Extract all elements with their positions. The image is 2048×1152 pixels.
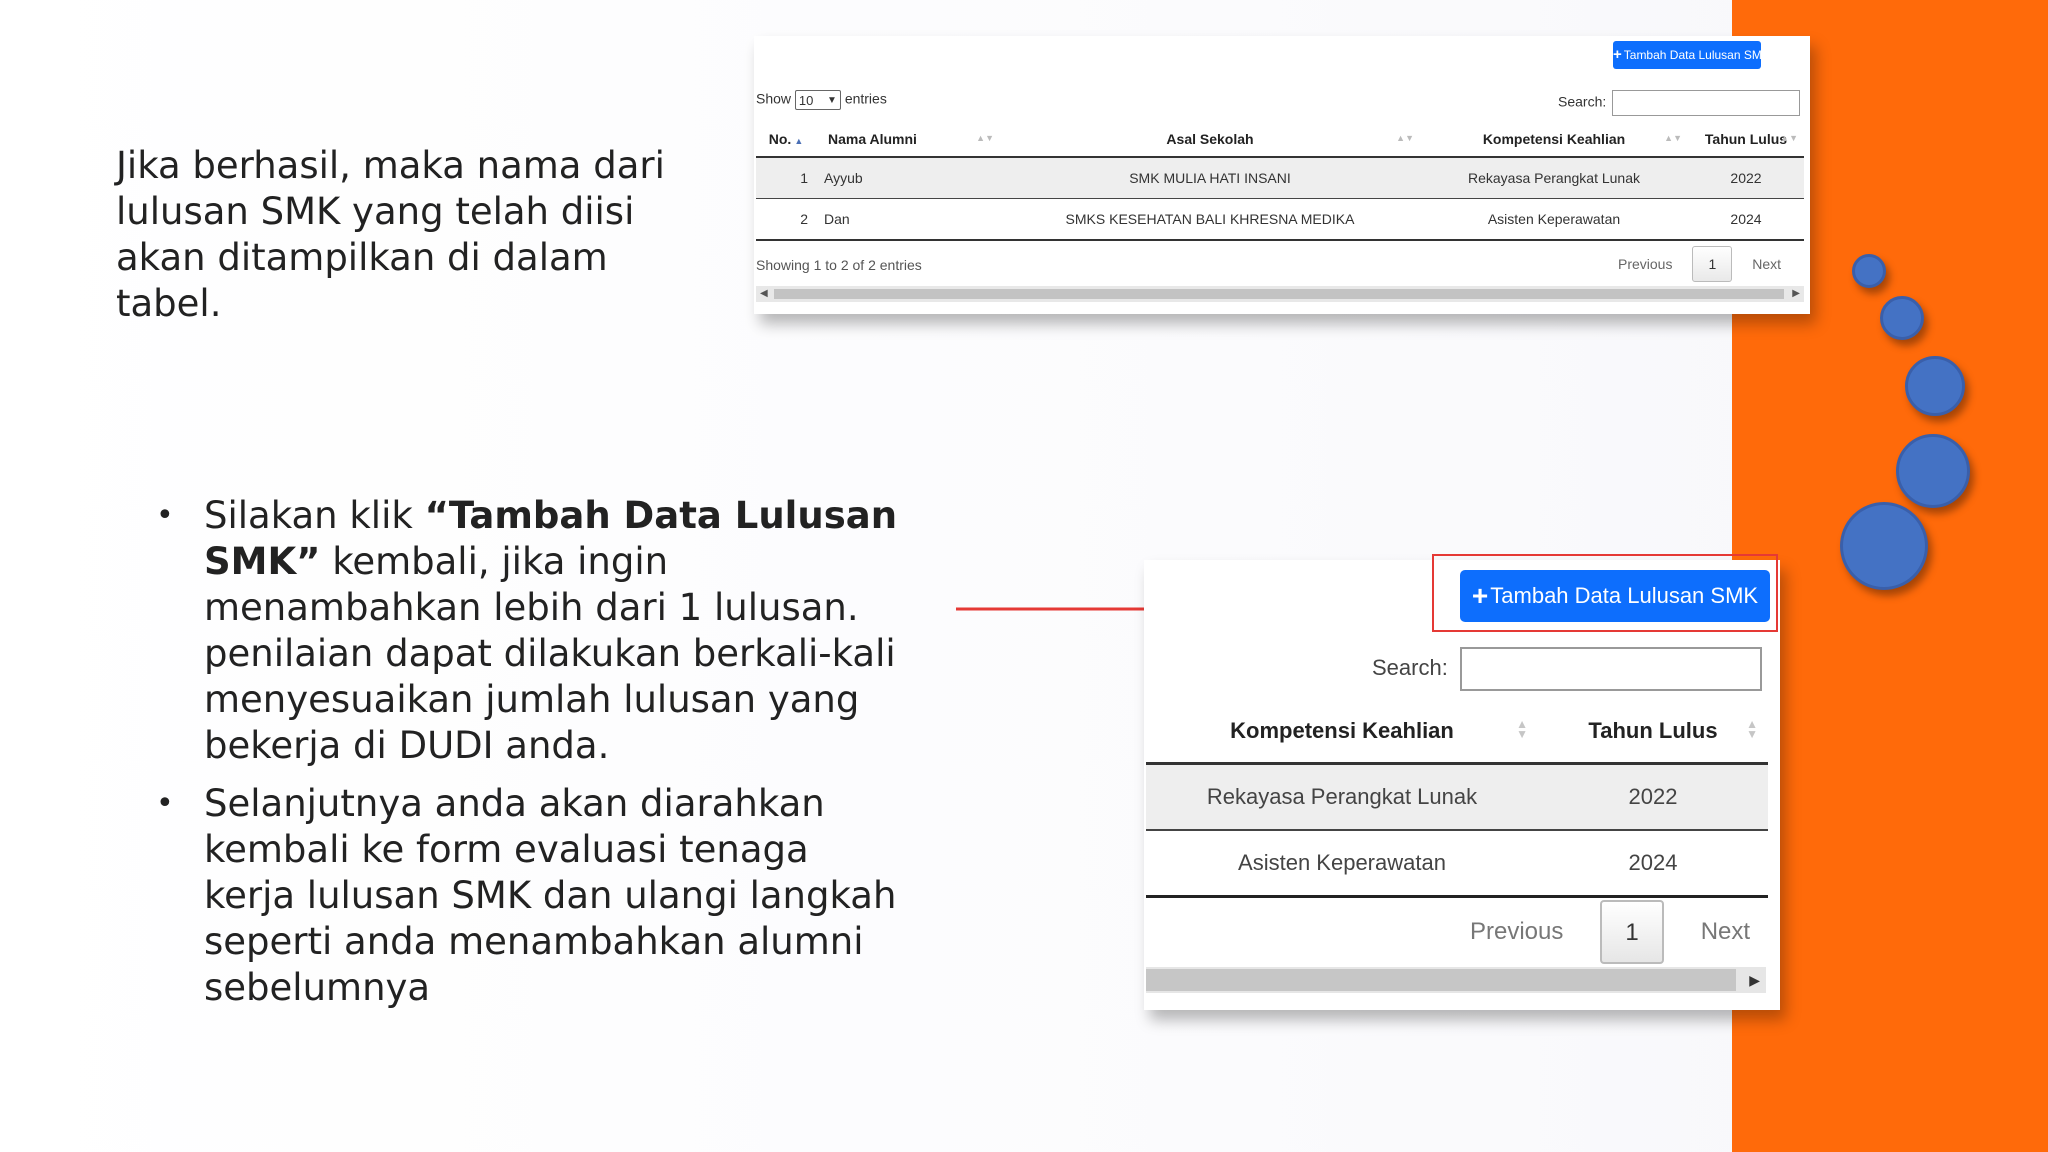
column-header-kompetensi-keahlian[interactable]: Kompetensi Keahlian▲▼ — [1146, 700, 1538, 765]
sort-icon: ▲▼ — [1516, 717, 1528, 741]
column-header-asal-sekolah[interactable]: Asal Sekolah ▲▼ — [1000, 122, 1420, 158]
scrollbar-thumb[interactable] — [1146, 969, 1736, 991]
pagination-zoomed: Previous 1 Next — [1470, 900, 1750, 964]
graduates-table: No. ▲ Nama Alumni ▲▼ Asal Sekolah ▲▼ Kompet… — [756, 122, 1804, 241]
bullet-text: Silakan klik — [204, 494, 425, 537]
column-header-tahun-lulus[interactable]: Tahun Lulus▲▼ — [1688, 122, 1804, 158]
show-label: Show — [756, 90, 792, 107]
sort-icon: ▲▼ — [1780, 133, 1798, 143]
scroll-right-icon[interactable]: ▶ — [1792, 286, 1800, 302]
entries-select[interactable]: 10 ▼ — [794, 90, 841, 110]
search-control: Search: — [1558, 90, 1801, 116]
add-graduate-button[interactable]: + Tambah Data Lulusan SMK — [1613, 41, 1770, 69]
next-page-button[interactable]: Next — [1701, 918, 1750, 946]
table-header-row: No. ▲ Nama Alumni ▲▼ Asal Sekolah ▲▼ Kompet… — [756, 122, 1804, 158]
column-header-nama-alumni[interactable]: Nama Alumni ▲▼ — [816, 122, 1000, 158]
cell-no: 1 — [756, 157, 816, 199]
column-header-no[interactable]: No. ▲ — [756, 122, 816, 158]
scrollbar-thumb[interactable] — [774, 289, 1784, 299]
cell-tahun-lulus: 2024 — [1538, 830, 1768, 898]
intro-text: Jika berhasil, maka nama dari lulusan SM… — [116, 144, 665, 325]
page-1-button[interactable]: 1 — [1600, 900, 1665, 964]
column-header-kompetensi-keahlian[interactable]: Kompetensi Keahlian▲▼ — [1420, 122, 1688, 158]
table-row: Asisten Keperawatan 2024 — [1146, 830, 1768, 898]
table-row: Rekayasa Perangkat Lunak 2022 — [1146, 763, 1768, 831]
cell-kompetensi-keahlian: Rekayasa Perangkat Lunak — [1146, 763, 1538, 831]
graduates-table-zoomed: Kompetensi Keahlian ▲ ▼ Tahun Lulus ▲ ▼ Reka… — [1146, 700, 1768, 898]
table-row: 1 Ayyub SMK MULIA HATI INSANI Rekayasa P… — [756, 157, 1804, 199]
plus-icon: + — [1613, 46, 1622, 63]
decorative-bubble — [1852, 254, 1886, 288]
entries-label: entries — [844, 90, 887, 107]
decorative-bubble — [1896, 434, 1970, 508]
cell-kompetensi-keahlian: Rekayasa Perangkat Lunak — [1420, 157, 1688, 199]
search-control-zoomed: Search: — [1372, 647, 1762, 691]
bullet-dot: • — [156, 786, 174, 821]
chevron-down-icon: ▼ — [827, 95, 837, 106]
table-info: Showing 1 to 2 of 2 entries — [756, 257, 922, 273]
bullet-text: Selanjutnya anda akan diarahkan kembali … — [204, 782, 897, 1009]
cell-asal-sekolah: SMK MULIA HATI INSANI — [1000, 157, 1420, 199]
cell-kompetensi-keahlian: Asisten Keperawatan — [1146, 830, 1538, 898]
horizontal-scrollbar-zoomed[interactable]: ▶ — [1146, 967, 1766, 993]
pagination: Previous 1 Next — [1618, 246, 1781, 282]
horizontal-scrollbar[interactable]: ◀ ▶ — [756, 286, 1804, 302]
search-label: Search: — [1372, 654, 1448, 680]
sort-icon: ▲▼ — [1746, 717, 1758, 741]
table-row: 2 Dan SMKS KESEHATAN BALI KHRESNA MEDIKA… — [756, 198, 1804, 241]
cell-kompetensi-keahlian: Asisten Keperawatan — [1420, 198, 1688, 241]
column-header-tahun-lulus[interactable]: Tahun Lulus▲▼ — [1538, 700, 1768, 765]
add-graduate-button-label: Tambah Data Lulusan SMK — [1623, 48, 1770, 62]
instruction-bullet: • Silakan klik “Tambah Data Lulusan SMK”… — [150, 493, 910, 769]
entries-select-value: 10 — [798, 93, 814, 108]
decorative-bubble — [1880, 296, 1924, 340]
page-1-button[interactable]: 1 — [1692, 246, 1733, 282]
decorative-bubble — [1840, 502, 1928, 590]
cell-nama-alumni: Dan — [816, 198, 1000, 241]
cell-tahun-lulus: 2022 — [1688, 157, 1804, 199]
table-header-row: Kompetensi Keahlian ▲ ▼ Tahun Lulus ▲ ▼ — [1146, 700, 1768, 765]
instruction-bullet: • Selanjutnya anda akan diarahkan kembal… — [150, 781, 910, 1011]
cell-asal-sekolah: SMKS KESEHATAN BALI KHRESNA MEDIKA — [1000, 198, 1420, 241]
cell-tahun-lulus: 2022 — [1538, 763, 1768, 831]
decorative-bubble — [1905, 356, 1965, 416]
search-label: Search: — [1558, 93, 1607, 110]
cell-nama-alumni: Ayyub — [816, 157, 1000, 199]
bullet-dot: • — [156, 498, 174, 533]
sort-icon: ▲▼ — [1396, 133, 1414, 143]
sort-icon: ▲▼ — [976, 133, 994, 143]
cell-tahun-lulus: 2024 — [1688, 198, 1804, 241]
search-input[interactable] — [1459, 647, 1762, 691]
next-page-button[interactable]: Next — [1752, 256, 1781, 272]
table-screenshot: + Tambah Data Lulusan SMK Show 10 ▼ entrie… — [754, 36, 1810, 314]
previous-page-button[interactable]: Previous — [1470, 918, 1563, 946]
sort-asc-icon: ▲ — [794, 136, 804, 146]
scroll-left-icon[interactable]: ◀ — [760, 286, 768, 302]
instruction-list: • Silakan klik “Tambah Data Lulusan SMK”… — [150, 493, 910, 1023]
highlight-box — [1432, 554, 1778, 632]
cell-no: 2 — [756, 198, 816, 241]
previous-page-button[interactable]: Previous — [1618, 256, 1672, 272]
scroll-right-icon[interactable]: ▶ — [1749, 967, 1760, 993]
sort-icon: ▲▼ — [1664, 133, 1682, 143]
search-input[interactable] — [1612, 90, 1801, 116]
entries-length-control: Show 10 ▼ entries — [756, 90, 887, 110]
